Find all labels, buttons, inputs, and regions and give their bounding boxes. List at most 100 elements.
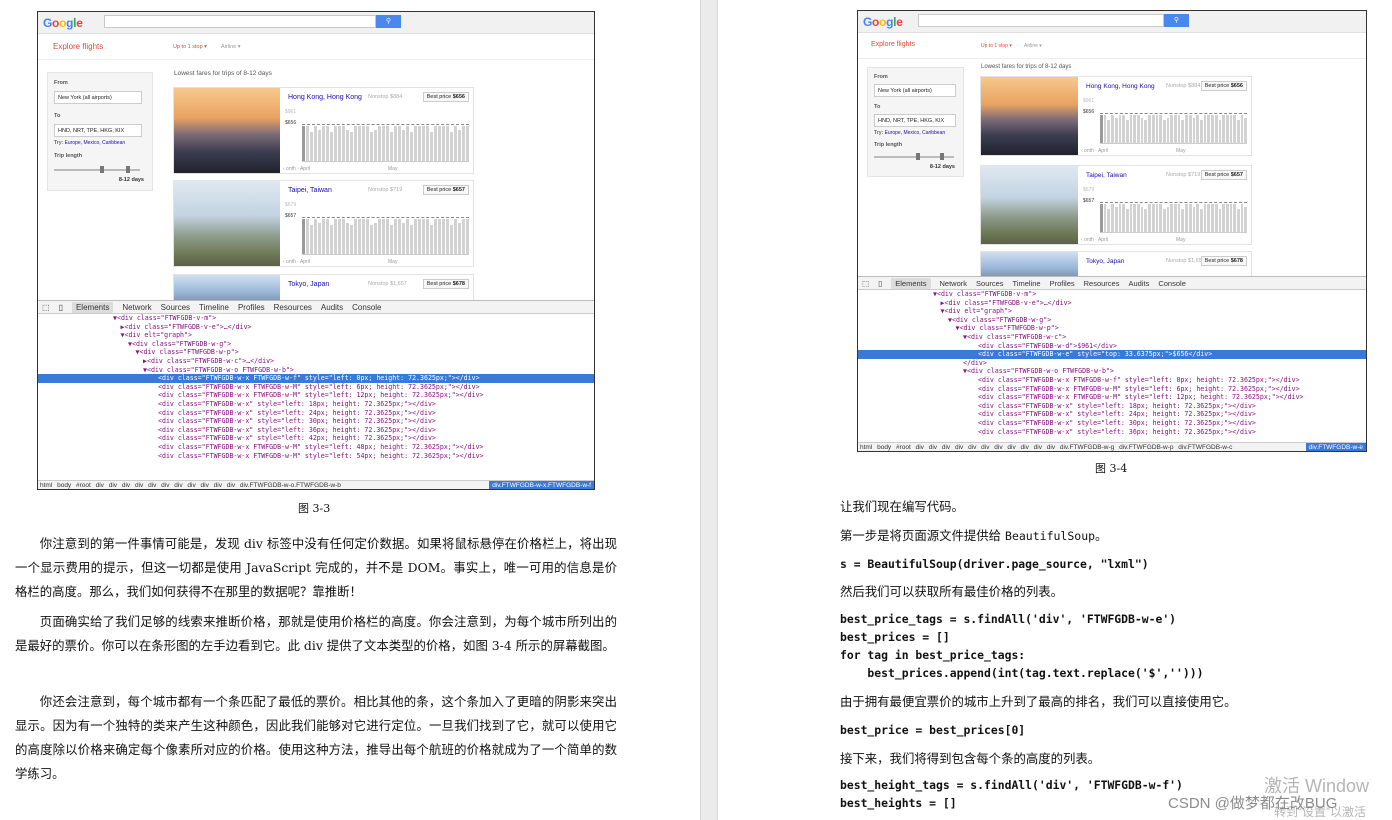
price-bar[interactable]	[1162, 120, 1166, 143]
price-bar[interactable]	[1214, 115, 1218, 143]
price-bar[interactable]	[1240, 115, 1244, 143]
price-bar[interactable]	[370, 225, 373, 254]
dom-node-line[interactable]: <div class="FTWFGDB-w-x" style="left: 24…	[38, 409, 594, 418]
price-bar[interactable]	[426, 126, 429, 161]
price-bar[interactable]	[410, 132, 413, 161]
price-bar[interactable]	[1107, 120, 1111, 143]
from-field[interactable]: New York (all airports)	[874, 84, 956, 97]
inspect-icon[interactable]: ⬚	[42, 303, 50, 312]
price-bar[interactable]	[414, 219, 417, 254]
price-bar[interactable]	[390, 132, 393, 161]
dom-node-line[interactable]: <div class="FTWFGDB-w-x" style="left: 30…	[858, 419, 1366, 428]
city-link[interactable]: Taipei, Taiwan	[288, 187, 332, 194]
price-bar[interactable]	[1199, 209, 1203, 232]
devtools-tab[interactable]: Profiles	[238, 303, 265, 312]
price-bar[interactable]	[410, 225, 413, 254]
price-bar[interactable]	[358, 126, 361, 161]
price-bar[interactable]	[318, 222, 321, 254]
price-bar[interactable]	[1218, 120, 1222, 143]
price-bar[interactable]	[1170, 115, 1174, 143]
price-bar[interactable]	[1122, 115, 1125, 143]
price-bar[interactable]	[406, 219, 409, 254]
dom-node-line[interactable]: <div class="FTWFGDB-w-x" style="left: 18…	[858, 402, 1366, 411]
price-bar[interactable]	[434, 126, 437, 161]
best-price-badge[interactable]: Best price $657	[1200, 170, 1247, 180]
devtools-tab[interactable]: Audits	[1128, 279, 1149, 288]
price-bar[interactable]	[1122, 204, 1125, 232]
price-bar[interactable]	[1214, 204, 1218, 232]
price-bar[interactable]	[1203, 115, 1207, 143]
to-field[interactable]: HND, NRT, TPE, HKG, KIX	[54, 124, 142, 137]
price-bar[interactable]	[346, 222, 349, 254]
dom-node-line[interactable]: <div class="FTWFGDB-w-x" style="left: 18…	[38, 400, 594, 409]
dom-node-line[interactable]: <div class="FTWFGDB-w-x" style="left: 36…	[858, 428, 1366, 437]
price-bar[interactable]	[362, 219, 365, 254]
price-bar[interactable]	[1148, 115, 1151, 143]
price-bar[interactable]	[1177, 204, 1181, 232]
dom-node-line[interactable]: <div class="FTWFGDB-w-x FTWFGDB-w-f" sty…	[38, 374, 594, 383]
breadcrumb-path[interactable]: html body #root div div div div div div …	[40, 482, 341, 489]
dom-node-line[interactable]: <div class="FTWFGDB-w-x FTWFGDB-w-M" sty…	[858, 385, 1366, 394]
price-bar[interactable]	[1148, 204, 1151, 232]
price-bar[interactable]	[414, 126, 417, 161]
slider-knob-right[interactable]	[126, 166, 130, 173]
price-bar[interactable]	[418, 126, 421, 161]
fare-card[interactable]: Taipei, Taiwan Nonstop $719 Best price $65…	[173, 180, 474, 267]
stops-filter[interactable]: Up to 1 stop ▾	[173, 44, 207, 50]
price-bar[interactable]	[374, 222, 377, 254]
price-bar[interactable]	[430, 132, 433, 161]
price-bar[interactable]	[1174, 115, 1177, 143]
slider-knob-right[interactable]	[940, 153, 944, 160]
dom-node-line[interactable]: ▶<div class="FTWFGDB-v-e">…</div>	[38, 323, 594, 332]
price-bar[interactable]	[1207, 115, 1211, 143]
price-bar[interactable]	[1166, 117, 1170, 143]
price-bar[interactable]	[322, 126, 325, 161]
price-bar[interactable]	[1118, 204, 1122, 232]
price-bar[interactable]	[1188, 115, 1192, 143]
price-bar[interactable]	[346, 129, 349, 161]
price-bar[interactable]	[1188, 204, 1192, 232]
price-bar[interactable]	[1177, 115, 1181, 143]
price-bar[interactable]	[1225, 204, 1229, 232]
best-price-badge[interactable]: Best price $678	[422, 279, 469, 289]
price-bar[interactable]	[450, 225, 453, 254]
price-bar[interactable]	[314, 219, 317, 254]
search-input[interactable]	[104, 15, 376, 28]
price-bar[interactable]	[362, 126, 365, 161]
price-bar[interactable]	[374, 129, 377, 161]
dom-node-line[interactable]: ▼<div elt="graph">	[858, 307, 1366, 316]
city-link[interactable]: Tokyo, Japan	[288, 281, 329, 288]
price-bar[interactable]	[418, 219, 421, 254]
fare-card[interactable]: Hong Kong, Hong Kong Nonstop $884 Best pri…	[173, 87, 474, 174]
price-bar[interactable]	[1100, 204, 1103, 232]
price-bar[interactable]	[466, 219, 469, 254]
devtools-tab[interactable]: Network	[940, 279, 968, 288]
to-field[interactable]: HND, NRT, TPE, HKG, KIX	[874, 114, 956, 127]
price-bar[interactable]	[1174, 204, 1177, 232]
dom-node-line[interactable]: <div class="FTWFGDB-w-x FTWFGDB-w-M" sty…	[38, 452, 594, 461]
price-bar[interactable]	[334, 126, 337, 161]
devtools-tab[interactable]: Network	[122, 303, 151, 312]
breadcrumb-selected[interactable]: div.FTWFGDB-w-x.FTWFGDB-w-f	[489, 481, 594, 489]
price-bar[interactable]	[1144, 209, 1148, 232]
price-bar[interactable]	[1170, 204, 1174, 232]
price-bar[interactable]	[398, 219, 401, 254]
dom-node-line[interactable]: ▼<div class="FTWFGDB-w-o FTWFGDB-w-b">	[858, 367, 1366, 376]
price-bar[interactable]	[378, 219, 381, 254]
price-bar[interactable]	[314, 126, 317, 161]
best-price-badge[interactable]: Best price $678	[1200, 256, 1247, 266]
price-bar[interactable]	[326, 219, 329, 254]
price-bars[interactable]	[302, 219, 469, 255]
breadcrumb-path[interactable]: html body #root div div div div div div …	[860, 444, 1232, 451]
devtools-tab[interactable]: Timeline	[1013, 279, 1041, 288]
city-link[interactable]: Hong Kong, Hong Kong	[1086, 83, 1155, 90]
devtools-tab[interactable]: Elements	[71, 301, 114, 313]
price-bar[interactable]	[1159, 204, 1162, 232]
price-bar[interactable]	[1111, 204, 1114, 232]
price-bar[interactable]	[398, 126, 401, 161]
search-icon[interactable]: ⚲	[1164, 14, 1189, 27]
price-bar[interactable]	[1159, 115, 1162, 143]
price-bar[interactable]	[1103, 115, 1107, 143]
dom-node-line[interactable]: <div class="FTWFGDB-w-x" style="left: 24…	[858, 410, 1366, 419]
dom-node-line[interactable]: <div class="FTWFGDB-w-x" style="left: 36…	[38, 426, 594, 435]
